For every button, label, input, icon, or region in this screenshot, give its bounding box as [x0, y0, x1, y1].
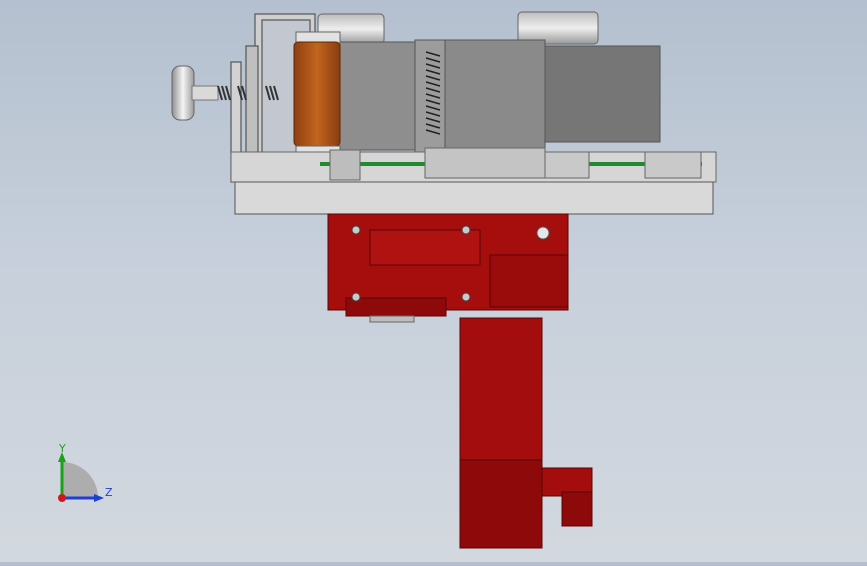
- motor-icon[interactable]: [327, 213, 593, 549]
- knob-icon[interactable]: [171, 65, 219, 121]
- triad-z-label: Z: [105, 486, 113, 499]
- top-pulleys[interactable]: [317, 11, 599, 45]
- base-plate[interactable]: [230, 147, 717, 215]
- graphics-viewport[interactable]: [0, 0, 867, 562]
- triad-y-label: Y: [58, 442, 66, 455]
- roller-icon[interactable]: [293, 31, 341, 161]
- coordinate-triad-icon: Y Z: [58, 442, 113, 502]
- model-view[interactable]: [0, 0, 867, 562]
